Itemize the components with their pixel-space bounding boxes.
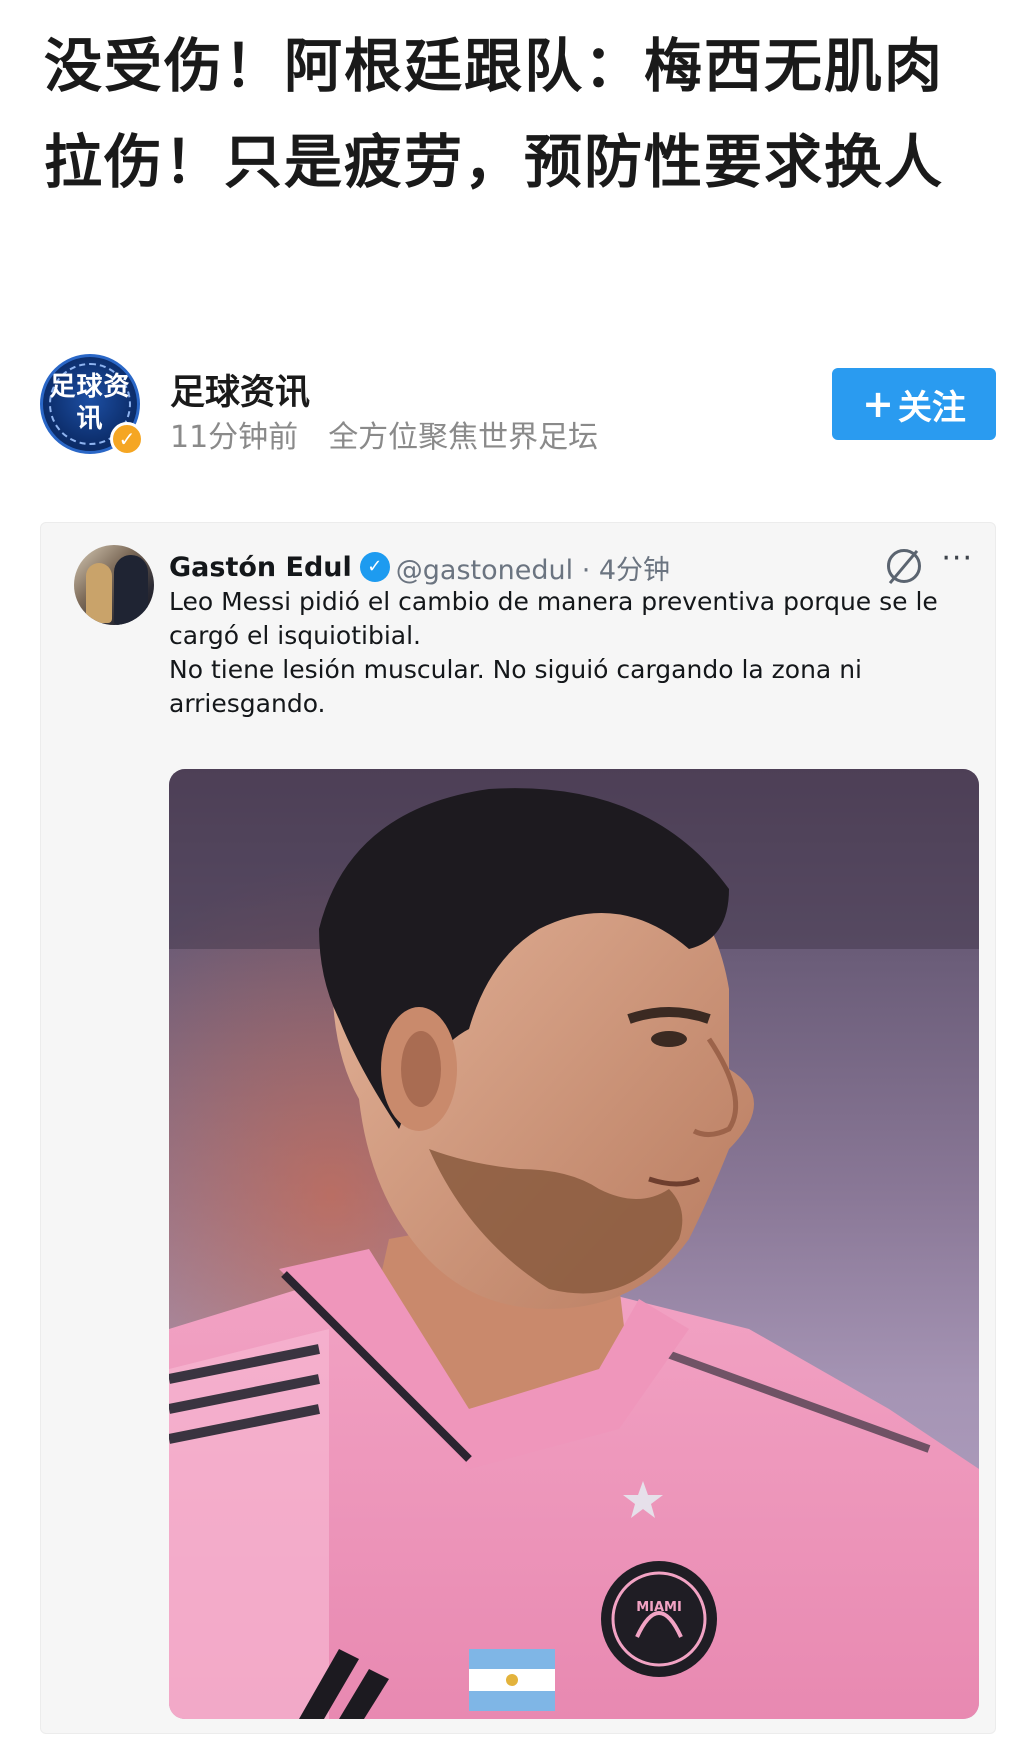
author-row: 足球资讯 ✓ 足球资讯 11分钟前 全方位聚焦世界足坛 + 关注 [40,350,996,460]
player-photo: MIAMI [169,769,979,1719]
svg-text:MIAMI: MIAMI [636,1600,682,1615]
author-name[interactable]: 足球资讯 [170,364,310,415]
follow-label: 关注 [897,387,966,428]
post-time: 11分钟前 [170,420,299,455]
tweet-line: Leo Messi pidió el cambio de manera prev… [169,587,938,616]
tweet-handle-time: @gastonedul · 4分钟 [395,554,671,586]
verified-check-icon: ✓ [359,552,390,582]
tweet-line: No tiene lesión muscular. No siguió carg… [169,655,862,684]
tweet-photo[interactable]: MIAMI [169,769,979,1719]
author-meta: 11分钟前 全方位聚焦世界足坛 [170,412,598,456]
plus-icon: + [862,382,894,426]
grok-icon[interactable] [887,549,921,583]
embedded-tweet[interactable]: Gastón Edul ✓ @gastonedul · 4分钟 ··· Leo … [40,522,996,1734]
tweet-header: Gastón Edul ✓ @gastonedul · 4分钟 [169,545,670,589]
author-tagline: 全方位聚焦世界足坛 [328,420,599,455]
tweet-author-avatar[interactable] [74,545,154,625]
tweet-line: cargó el isquiotibial. [169,621,421,650]
verified-badge-icon: ✓ [110,422,144,456]
tweet-line: arriesgando. [169,689,326,718]
article-title: 没受伤！阿根廷跟队：梅西无肌肉拉伤！只是疲劳，预防性要求换人 [44,32,945,196]
tweet-author-name[interactable]: Gastón Edul [169,552,352,583]
more-options-icon[interactable]: ··· [941,541,973,576]
follow-button[interactable]: + 关注 [832,368,996,440]
tweet-text: Leo Messi pidió el cambio de manera prev… [169,585,969,721]
